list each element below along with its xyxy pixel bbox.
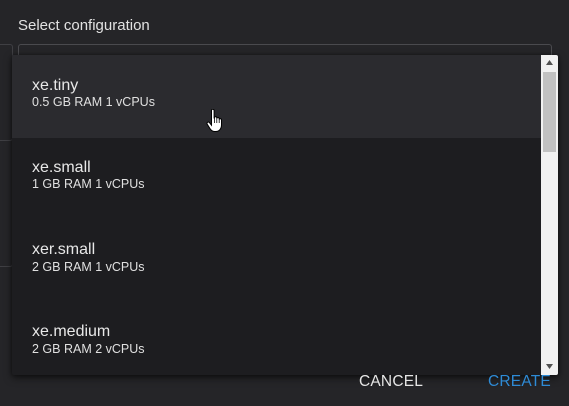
option-name: xe.medium <box>32 323 111 340</box>
option-xer-small[interactable]: xer.small 2 GB RAM 1 vCPUs <box>12 221 541 304</box>
hand-pointer-icon <box>206 109 222 132</box>
option-detail: 2 GB RAM 1 vCPUs <box>32 260 145 274</box>
create-button[interactable]: CREATE <box>488 373 551 391</box>
configuration-dropdown: xe.tiny 0.5 GB RAM 1 vCPUs xe.small 1 GB… <box>12 55 558 375</box>
option-detail: 0.5 GB RAM 1 vCPUs <box>32 95 155 109</box>
option-xe-small[interactable]: xe.small 1 GB RAM 1 vCPUs <box>12 138 541 221</box>
option-list: xe.tiny 0.5 GB RAM 1 vCPUs xe.small 1 GB… <box>12 55 541 375</box>
option-detail: 2 GB RAM 2 vCPUs <box>32 342 145 356</box>
option-name: xe.small <box>32 159 91 176</box>
option-name: xer.small <box>32 241 96 258</box>
option-detail: 1 GB RAM 1 vCPUs <box>32 177 145 191</box>
scroll-up-button[interactable] <box>541 55 558 71</box>
option-xe-tiny[interactable]: xe.tiny 0.5 GB RAM 1 vCPUs <box>12 55 541 138</box>
arrow-down-icon <box>546 364 553 369</box>
option-xe-medium[interactable]: xe.medium 2 GB RAM 2 vCPUs <box>12 304 541 375</box>
cancel-button[interactable]: CANCEL <box>359 373 423 391</box>
arrow-up-icon <box>546 60 553 65</box>
option-name: xe.tiny <box>32 77 79 94</box>
scroll-thumb[interactable] <box>543 72 556 152</box>
dialog-title: Select configuration <box>18 17 150 34</box>
vertical-scrollbar[interactable] <box>541 55 558 375</box>
